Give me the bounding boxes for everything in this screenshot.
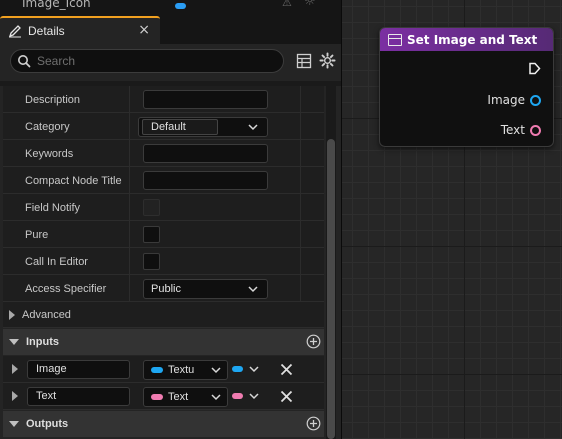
chevron-down-icon [211,394,221,401]
pin-type-label: Text [168,391,189,403]
input-row-image: Image Textu [3,356,324,383]
node-header[interactable]: Set Image and Text [380,28,553,51]
remove-input-button[interactable] [280,363,293,376]
outputs-section-header[interactable]: Outputs [3,411,324,437]
details-panel: Description Category Default Keywords [0,44,341,439]
function-entry-node[interactable]: Set Image and Text Image Text [379,27,554,147]
property-row-description: Description [3,86,324,113]
property-row-compact-node-title: Compact Node Title [3,167,324,194]
expand-arrow-icon[interactable] [12,364,18,374]
pin-type-combo[interactable]: Text [143,387,228,407]
input-name-field[interactable]: Image [27,360,130,379]
function-icon [388,33,402,46]
chevron-down-icon [248,286,258,293]
section-title: Advanced [22,308,71,321]
property-label: Pure [25,228,49,241]
pin-circle-icon[interactable] [530,124,541,136]
exec-output-pin[interactable] [528,62,541,75]
node-title: Set Image and Text [407,32,538,47]
property-label: Field Notify [25,201,81,214]
type-color-pill-icon [151,394,163,400]
gear-icon[interactable] [319,52,336,69]
expand-arrow-icon[interactable] [12,391,18,401]
collapse-arrow-icon [9,421,19,427]
property-list: Description Category Default Keywords Co… [3,86,324,439]
tab-label: Details [28,24,65,38]
access-specifier-combo[interactable]: Public [143,279,268,299]
search-box[interactable] [10,49,284,73]
category-value[interactable]: Default [142,119,218,135]
field-notify-checkbox[interactable] [143,199,160,216]
call-in-editor-checkbox[interactable] [143,253,160,270]
add-input-button[interactable] [306,334,321,349]
input-row-text: Text Text [3,383,324,410]
tab-details[interactable]: Details × [0,16,160,44]
eye-icon[interactable]: ☼ [304,0,316,9]
property-row-category: Category Default [3,113,324,140]
property-label: Compact Node Title [25,174,122,187]
close-icon[interactable]: × [138,22,150,38]
property-label: Keywords [25,147,74,160]
pin-type-combo[interactable]: Textu [143,360,228,380]
property-label: Access Specifier [25,282,107,295]
compact-node-title-input[interactable] [143,171,268,190]
inputs-section-header[interactable]: Inputs [3,329,324,355]
access-specifier-value: Public [151,283,181,295]
add-output-button[interactable] [306,416,321,431]
search-icon [18,55,31,68]
pin-label: Image [487,93,525,107]
property-label: Call In Editor [25,255,88,268]
property-label: Description [25,93,81,106]
section-title: Inputs [26,336,59,348]
chevron-down-icon [248,124,258,131]
property-row-keywords: Keywords [3,140,324,167]
type-color-pill-icon [151,367,163,373]
bell-icon[interactable]: ⚠ [282,0,292,9]
pin-circle-icon[interactable] [530,94,541,106]
node-pin-image[interactable]: Image [487,93,541,107]
container-type-icon[interactable] [232,366,243,372]
property-label: Category [25,120,70,133]
search-row [0,44,341,80]
pin-type-label: Textu [168,364,195,376]
pure-checkbox[interactable] [143,226,160,243]
pin-label: Text [500,123,525,137]
description-input[interactable] [143,90,268,109]
remove-input-button[interactable] [280,390,293,403]
search-input[interactable] [37,54,267,68]
table-icon[interactable] [296,53,312,69]
outliner-strip: Image_Icon ⚠ ☼ [0,0,341,14]
property-row-field-notify: Field Notify [3,194,324,221]
property-row-call-in-editor: Call In Editor [3,248,324,275]
collapse-arrow-icon [9,339,19,345]
advanced-expander[interactable]: Advanced [3,302,324,328]
node-pin-text[interactable]: Text [501,123,541,137]
pencil-icon [8,25,21,38]
expand-arrow-icon [9,309,15,320]
chevron-down-icon[interactable] [249,392,259,400]
scrollbar-thumb[interactable] [327,139,335,439]
container-type-icon[interactable] [232,393,243,399]
input-name-field[interactable]: Text [27,387,130,406]
outliner-item-label[interactable]: Image_Icon [22,0,91,10]
section-title: Outputs [26,418,69,430]
exec-pin-icon[interactable] [528,62,541,75]
property-row-access-specifier: Access Specifier Public [3,275,324,302]
chevron-down-icon [211,367,221,374]
property-row-pure: Pure [3,221,324,248]
tab-bar: Details × [0,14,341,44]
keywords-input[interactable] [143,144,268,163]
chevron-down-icon[interactable] [249,365,259,373]
category-combo[interactable]: Default [138,117,268,137]
type-pill-icon [175,3,186,9]
